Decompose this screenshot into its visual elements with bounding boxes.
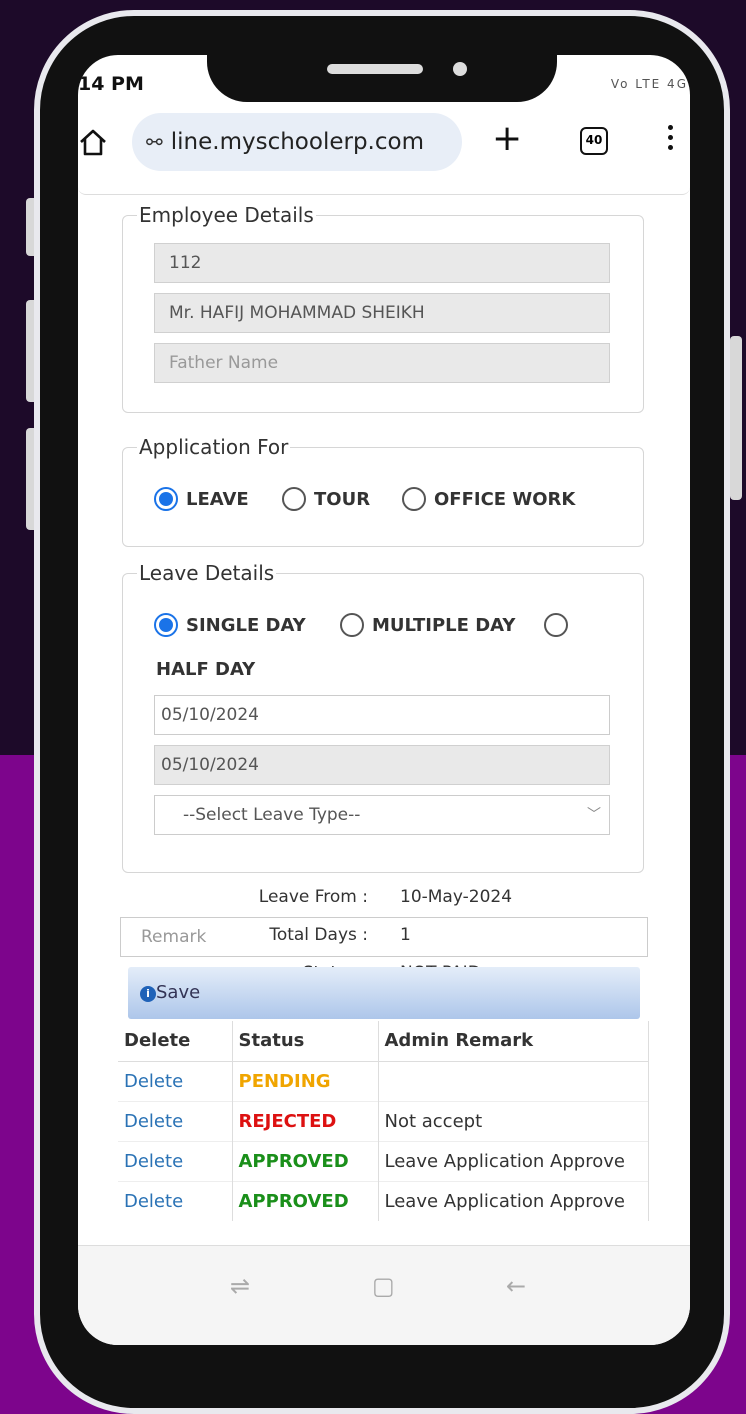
radio-half-day[interactable] (544, 613, 576, 637)
delete-link[interactable]: Delete (118, 1140, 233, 1181)
leave-type-select-value: --Select Leave Type-- (183, 805, 361, 825)
url-text: line.myschoolerp.com (170, 129, 424, 155)
status-cell: APPROVED (232, 1180, 379, 1221)
phone-notch (207, 36, 557, 102)
browser-bar: ⚯ line.myschoolerp.com + 40 (78, 111, 690, 175)
remark-cell: Leave Application Approve (378, 1140, 649, 1181)
status-cell: APPROVED (232, 1140, 379, 1181)
speaker (327, 64, 423, 74)
radio-single-day[interactable]: SINGLE DAY (154, 613, 306, 637)
site-settings-icon[interactable]: ⚯ (146, 130, 163, 154)
radio-checked-icon[interactable] (154, 613, 178, 637)
status-icons: Vo LTE 4G (610, 77, 688, 91)
employee-id-field: 112 (154, 243, 610, 283)
home-button-icon[interactable]: ▢ (372, 1272, 395, 1300)
radio-single-day-label: SINGLE DAY (186, 614, 306, 636)
chevron-down-icon: ﹀ (587, 807, 601, 823)
radio-leave[interactable]: LEAVE (154, 487, 249, 511)
radio-multiple-day[interactable]: MULTIPLE DAY (340, 613, 515, 637)
tab-switcher-icon[interactable]: 40 (580, 127, 608, 155)
save-button[interactable]: i Save (128, 967, 640, 1019)
application-for-legend: Application For (139, 435, 289, 459)
status-time: 14 PM (78, 73, 144, 95)
android-nav-bar: ⇌ ▢ ← (78, 1245, 690, 1345)
remark-input[interactable]: Remark (120, 917, 648, 957)
save-button-label: Save (156, 982, 201, 1003)
leave-details-legend: Leave Details (139, 561, 275, 585)
to-date-field: 05/10/2024 (154, 745, 610, 785)
radio-half-day-label: HALF DAY (156, 659, 256, 680)
recent-apps-icon[interactable]: ⇌ (230, 1272, 250, 1300)
table-row: Delete APPROVED Leave Application Approv… (118, 1140, 649, 1181)
radio-office-work[interactable]: OFFICE WORK (402, 487, 575, 511)
header-status: Status (232, 1021, 379, 1062)
status-cell: REJECTED (232, 1100, 379, 1141)
leave-from-row: Leave From : 10-May-2024 (78, 887, 690, 917)
radio-office-work-label: OFFICE WORK (434, 488, 576, 510)
header-admin-remark: Admin Remark (378, 1021, 649, 1062)
table-header-row: Delete Status Admin Remark (118, 1021, 649, 1062)
phone-screen: 14 PM Vo LTE 4G ⚯ line.myschoolerp.com + … (78, 55, 690, 1345)
employee-name-field: Mr. HAFIJ MOHAMMAD SHEIKH (154, 293, 610, 333)
remark-cell: Not accept (378, 1100, 649, 1141)
page-card-top (78, 185, 690, 195)
employee-details-legend: Employee Details (139, 203, 314, 227)
delete-link[interactable]: Delete (118, 1060, 233, 1101)
radio-tour-label: TOUR (314, 488, 371, 510)
back-icon[interactable]: ← (506, 1272, 526, 1300)
table-row: Delete PENDING (118, 1060, 649, 1101)
radio-unchecked-icon[interactable] (282, 487, 306, 511)
leave-from-label: Leave From : (258, 887, 368, 907)
info-icon: i (140, 986, 156, 1002)
radio-unchecked-icon[interactable] (340, 613, 364, 637)
radio-unchecked-icon[interactable] (544, 613, 568, 637)
leave-from-value: 10-May-2024 (400, 887, 513, 907)
delete-link[interactable]: Delete (118, 1180, 233, 1221)
father-name-field: Father Name (154, 343, 610, 383)
radio-unchecked-icon[interactable] (402, 487, 426, 511)
from-date-field[interactable]: 05/10/2024 (154, 695, 610, 735)
home-icon[interactable] (78, 127, 108, 157)
remark-cell (378, 1060, 649, 1101)
tab-count: 40 (585, 133, 603, 147)
radio-multiple-day-label: MULTIPLE DAY (372, 614, 516, 636)
radio-leave-label: LEAVE (186, 488, 249, 510)
table-row: Delete APPROVED Leave Application Approv… (118, 1180, 649, 1221)
delete-link[interactable]: Delete (118, 1100, 233, 1141)
leave-history-table: Delete Status Admin Remark Delete PENDIN… (118, 1021, 649, 1221)
leave-type-select[interactable]: --Select Leave Type-- ﹀ (154, 795, 610, 835)
header-delete: Delete (118, 1021, 233, 1062)
radio-checked-icon[interactable] (154, 487, 178, 511)
status-cell: PENDING (232, 1060, 379, 1101)
new-tab-icon[interactable]: + (492, 119, 522, 159)
remark-cell: Leave Application Approve (378, 1180, 649, 1221)
phone-button (730, 336, 742, 500)
table-row: Delete REJECTED Not accept (118, 1100, 649, 1141)
camera (453, 62, 467, 76)
menu-icon[interactable] (668, 125, 674, 159)
address-bar[interactable]: ⚯ line.myschoolerp.com (132, 113, 462, 171)
radio-tour[interactable]: TOUR (282, 487, 370, 511)
